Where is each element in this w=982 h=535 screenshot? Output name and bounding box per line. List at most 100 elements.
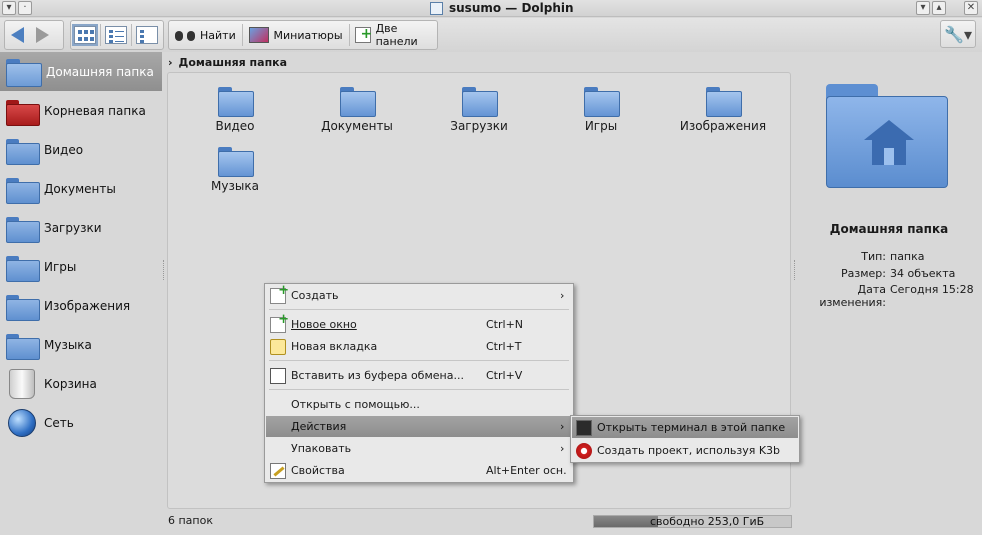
menu-item-new-window[interactable]: Новое окно Ctrl+N — [266, 312, 572, 335]
menu-item-pack[interactable]: Упаковать › — [266, 438, 572, 459]
compact-view-button[interactable] — [105, 26, 127, 44]
menu-item-label: Действия — [291, 420, 347, 433]
window-menu-button[interactable]: ▾ — [2, 1, 16, 15]
file-item[interactable]: Видео — [180, 87, 290, 133]
info-title: Домашняя папка — [829, 222, 949, 236]
paste-clipboard-icon — [270, 367, 286, 384]
sidebar-item-root[interactable]: Корневая папка — [0, 91, 162, 130]
folder-icon — [6, 293, 40, 321]
settings-menu-button[interactable]: 🔧▾ — [940, 20, 976, 48]
submenu-arrow-icon: › — [560, 289, 565, 302]
thumbnails-button[interactable]: Миниатюры — [243, 22, 349, 48]
k3b-icon — [576, 442, 592, 459]
info-value: 34 объекта — [890, 267, 956, 280]
toolbar-separator — [131, 24, 132, 46]
icons-view-button[interactable] — [72, 24, 98, 46]
home-folder-preview-icon — [826, 84, 948, 188]
maximize-button[interactable]: ▴ — [932, 1, 946, 15]
info-value: Сегодня 15:28 — [890, 283, 974, 296]
sidebar-item-documents[interactable]: Документы — [0, 169, 162, 208]
sidebar-item-trash[interactable]: Корзина — [0, 364, 162, 403]
breadcrumb-current[interactable]: Домашняя папка — [179, 56, 288, 69]
menu-item-paste[interactable]: Вставить из буфера обмена... Ctrl+V — [266, 365, 572, 386]
file-item[interactable]: Музыка — [180, 147, 290, 193]
minimize-button[interactable]: ▾ — [916, 1, 930, 15]
sidebar-item-label: Загрузки — [44, 220, 102, 235]
file-item[interactable]: Загрузки — [424, 87, 534, 133]
trash-icon — [9, 368, 35, 399]
sidebar-item-label: Сеть — [44, 415, 74, 430]
file-name: Документы — [321, 119, 393, 133]
back-arrow-icon — [11, 27, 24, 43]
network-globe-icon — [8, 408, 36, 437]
folder-icon — [6, 254, 40, 282]
menu-item-label: Вставить из буфера обмена... — [291, 369, 464, 382]
action-group: Найти Миниатюры Две панели — [168, 20, 438, 50]
thumbnails-label: Миниатюры — [273, 28, 343, 42]
menu-item-label: Открыть терминал в этой папке — [597, 421, 786, 434]
menu-item-create[interactable]: Создать › — [266, 283, 572, 306]
toolbar-separator — [100, 24, 101, 46]
folder-icon — [6, 176, 40, 204]
menu-item-new-tab[interactable]: Новая вкладка Ctrl+T — [266, 336, 572, 357]
places-panel: Домашняя папка Корневая папка Видео Доку… — [0, 52, 162, 535]
sidebar-item-label: Изображения — [44, 298, 131, 313]
split-view-button[interactable]: Две панели — [349, 22, 437, 48]
menu-item-label: Свойства — [291, 464, 345, 477]
breadcrumb[interactable]: › Домашняя папка — [168, 54, 287, 70]
menu-shortcut: Ctrl+T — [486, 340, 522, 353]
sidebar-item-label: Игры — [44, 259, 77, 274]
details-view-button[interactable] — [136, 26, 158, 44]
split-view-icon — [355, 26, 372, 43]
file-name: Загрузки — [450, 119, 508, 133]
binoculars-icon — [175, 28, 195, 42]
menu-item-open-terminal[interactable]: Открыть терминал в этой папке — [572, 417, 798, 438]
folder-icon — [218, 87, 254, 117]
file-name: Музыка — [211, 179, 259, 193]
navigation-group — [4, 20, 64, 50]
sidebar-item-video[interactable]: Видео — [0, 130, 162, 169]
menu-shortcut: Alt+Enter осн. — [486, 464, 567, 477]
menu-item-open-with[interactable]: Открыть с помощью... — [266, 394, 572, 415]
sidebar-item-network[interactable]: Сеть — [0, 403, 162, 442]
find-label: Найти — [200, 28, 236, 42]
sidebar-item-music[interactable]: Музыка — [0, 325, 162, 364]
folder-icon — [340, 87, 376, 117]
panel-splitter[interactable] — [163, 260, 165, 280]
folder-icon — [218, 147, 254, 177]
info-row-size: Размер: 34 объекта — [796, 267, 982, 280]
sidebar-item-home[interactable]: Домашняя папка — [0, 52, 162, 91]
split-label: Две панели — [375, 22, 418, 48]
folder-icon — [6, 332, 40, 360]
blank-icon — [270, 441, 286, 457]
title-bar: ▾ · susumo — Dolphin ▾ ▴ ✕ — [0, 0, 982, 17]
file-item[interactable]: Документы — [302, 87, 412, 133]
file-item[interactable]: Игры — [546, 87, 656, 133]
info-key: Дата изменения: — [819, 283, 886, 309]
menu-item-actions[interactable]: Действия › — [266, 416, 572, 437]
folder-icon — [584, 87, 620, 117]
folder-icon — [706, 87, 742, 117]
menu-separator — [269, 360, 569, 361]
back-button[interactable] — [5, 22, 30, 48]
find-button[interactable]: Найти — [169, 22, 242, 48]
info-value: папка — [890, 250, 925, 263]
close-button[interactable]: ✕ — [964, 1, 978, 15]
menu-item-k3b-project[interactable]: Создать проект, используя K3b — [572, 440, 798, 461]
forward-button[interactable] — [30, 22, 55, 48]
actions-submenu: Открыть терминал в этой папке Создать пр… — [570, 415, 800, 463]
file-item[interactable]: Изображения — [668, 87, 778, 133]
free-space-text: свободно 253,0 ГиБ — [650, 515, 765, 528]
folder-icon — [6, 137, 40, 165]
sidebar-item-label: Корзина — [44, 376, 97, 391]
properties-icon — [270, 462, 286, 479]
sidebar-item-label: Домашняя папка — [46, 64, 154, 79]
menu-item-properties[interactable]: Свойства Alt+Enter осн. — [266, 460, 572, 481]
sidebar-item-images[interactable]: Изображения — [0, 286, 162, 325]
sidebar-item-games[interactable]: Игры — [0, 247, 162, 286]
forward-arrow-icon — [36, 27, 49, 43]
information-panel: Домашняя папка Тип: папка Размер: 34 объ… — [796, 72, 982, 509]
pin-button[interactable]: · — [18, 1, 32, 15]
sidebar-item-downloads[interactable]: Загрузки — [0, 208, 162, 247]
new-document-icon — [270, 283, 289, 304]
